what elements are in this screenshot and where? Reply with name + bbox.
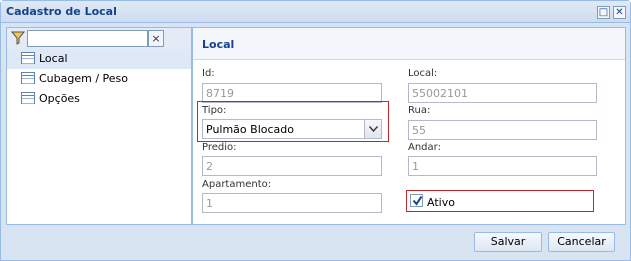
cancel-button[interactable]: Cancelar [548, 232, 615, 252]
local-field[interactable]: 55002101 [408, 83, 597, 103]
table-icon [21, 52, 35, 64]
close-icon[interactable]: ✕ [613, 6, 626, 19]
andar-label: Andar: [408, 142, 441, 153]
panel-title: Local [202, 38, 235, 51]
tipo-selected-value: Pulmão Blocado [206, 123, 294, 136]
panel-header: Local [193, 28, 625, 60]
dialog-window: Cadastro de Local □ ✕ × Local Cubagem / … [0, 0, 631, 261]
title-bar[interactable]: Cadastro de Local □ ✕ [1, 1, 630, 23]
apartamento-field[interactable]: 1 [202, 193, 382, 213]
apartamento-label: Apartamento: [202, 179, 272, 190]
predio-field[interactable]: 2 [202, 156, 382, 176]
nav-item-label: Local [39, 52, 68, 65]
local-label: Local: [408, 68, 438, 79]
nav-item-cubagem-peso[interactable]: Cubagem / Peso [7, 69, 191, 89]
rua-label: Rua: [408, 105, 431, 116]
ativo-checkbox[interactable] [410, 194, 423, 207]
form-panel: Local Id: 8719 Local: 55002101 Tipo: Pul… [192, 27, 626, 225]
nav-item-label: Cubagem / Peso [39, 72, 129, 85]
id-field[interactable]: 8719 [202, 83, 382, 103]
nav-item-label: Opções [39, 92, 80, 105]
table-icon [21, 72, 35, 84]
maximize-icon[interactable]: □ [597, 6, 610, 19]
predio-label: Predio: [202, 142, 237, 153]
clear-filter-button[interactable]: × [148, 30, 164, 47]
id-label: Id: [202, 68, 215, 79]
table-icon [21, 92, 35, 104]
ativo-label: Ativo [427, 196, 455, 209]
filter-input[interactable] [27, 30, 148, 47]
tipo-select[interactable]: Pulmão Blocado [202, 119, 382, 139]
rua-field[interactable]: 55 [408, 120, 597, 140]
chevron-down-icon[interactable] [364, 120, 381, 138]
filter-bar: × [7, 28, 191, 49]
tipo-label: Tipo: [202, 105, 227, 116]
nav-item-opcoes[interactable]: Opções [7, 89, 191, 109]
window-title: Cadastro de Local [6, 5, 117, 18]
filter-icon[interactable] [11, 31, 25, 45]
navigation-panel: × Local Cubagem / Peso Opções [6, 27, 192, 225]
save-button[interactable]: Salvar [474, 232, 542, 252]
andar-field[interactable]: 1 [408, 156, 597, 176]
nav-item-local[interactable]: Local [7, 49, 191, 69]
